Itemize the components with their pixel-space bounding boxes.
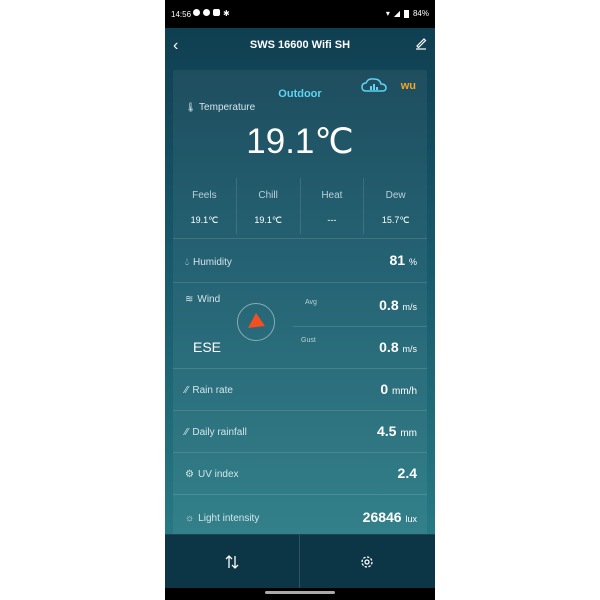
rain-icon: ⁄⁄ (185, 427, 189, 438)
home-pill[interactable] (265, 591, 335, 594)
rain-rate-label: ⁄⁄ Rain rate (185, 385, 233, 396)
outdoor-card: Outdoor wu 🌡︎ Temperature 19.1℃ Feels 19… (173, 70, 427, 560)
humidity-value: 81 % (389, 252, 417, 268)
daily-rainfall-row: ⁄⁄ Daily rainfall 4.5 mm (173, 410, 427, 453)
dew-column: Dew 15.7℃ (381, 190, 410, 225)
status-time: 14:56 (171, 10, 192, 19)
sun-icon: ☼ (185, 513, 195, 524)
wind-label: ≋ Wind (185, 294, 221, 305)
system-status: ▾ ◢ 84% (386, 9, 429, 18)
light-intensity-value: 26846 lux (362, 509, 417, 525)
wifi-icon: ▾ (385, 9, 390, 18)
notification-icons: ✱ (193, 9, 230, 18)
wind-direction: ESE (193, 339, 222, 355)
humidity-row: 💧︎ Humidity 81 % (173, 238, 427, 283)
feels-column: Feels 19.1℃ (173, 178, 237, 234)
app-screen: ‹ SWS 16600 Wifi SH Outdoor wu 🌡︎ Temper… (165, 28, 435, 589)
home-indicator[interactable] (165, 588, 435, 600)
device-title: SWS 16600 Wifi SH (249, 39, 351, 51)
daily-rainfall-value: 4.5 mm (376, 423, 417, 439)
status-bar: 14:56 ✱ ▾ ◢ 84% (165, 0, 435, 28)
daily-rainfall-label: ⁄⁄ Daily rainfall (185, 427, 247, 438)
temperature-subvalues: Feels 19.1℃ Chill 19.1℃ Heat --- Dew 15.… (173, 178, 427, 234)
wind-icon: ≋ (185, 294, 194, 305)
battery-percent: 84% (412, 9, 429, 18)
uv-index-label: ⚙︎ UV index (185, 469, 239, 480)
gust-label: Gust (301, 337, 316, 344)
light-intensity-row: ☼ Light intensity 26846 lux (173, 494, 427, 539)
settings-button[interactable] (300, 535, 434, 589)
rain-rate-value: 0 mm/h (380, 381, 417, 397)
avg-label: Avg (305, 299, 317, 306)
youtube-icon (213, 9, 220, 16)
app-header: ‹ SWS 16600 Wifi SH (165, 28, 435, 64)
panel-title: Outdoor (278, 88, 322, 100)
chill-column: Chill 19.1℃ (237, 178, 301, 234)
wind-arrow-icon (248, 313, 265, 328)
facebook-icon (193, 9, 200, 16)
thermometer-icon: 🌡︎ (185, 102, 197, 112)
wind-gust-value: 0.8 m/s (379, 339, 417, 355)
wind-avg-value: 0.8 m/s (379, 297, 417, 313)
edit-icon[interactable] (415, 36, 427, 50)
phone-screen: 14:56 ✱ ▾ ◢ 84% ‹ SWS 16600 Wifi SH Outd… (165, 0, 435, 600)
wind-divider (293, 326, 427, 327)
humidity-label: 💧︎ Humidity (185, 257, 232, 268)
wind-direction-compass (237, 303, 275, 341)
signal-icon: ◢ (393, 9, 400, 18)
light-intensity-label: ☼ Light intensity (185, 513, 260, 524)
uv-index-row: ⚙︎ UV index 2.4 (173, 452, 427, 495)
temperature-label: 🌡︎ Temperature (185, 102, 256, 113)
cloud-chart-icon[interactable] (361, 77, 387, 93)
rain-icon: ⁄⁄ (185, 385, 189, 396)
wind-row: ≋ Wind ESE Avg 0.8 m/s Gust 0.8 m/s (173, 282, 427, 369)
wunderground-logo[interactable]: wu (401, 80, 416, 92)
heat-column: Heat --- (301, 178, 365, 234)
rain-rate-row: ⁄⁄ Rain rate 0 mm/h (173, 368, 427, 411)
battery-icon (403, 9, 409, 18)
temperature-value: 19.1℃ (246, 122, 354, 161)
bottom-toolbar (165, 534, 435, 589)
bluetooth-icon: ✱ (223, 9, 230, 18)
uv-index-value: 2.4 (397, 465, 417, 481)
gear-icon (361, 556, 373, 568)
uv-icon: ⚙︎ (185, 469, 194, 480)
facebook-icon (203, 9, 210, 16)
sort-button[interactable] (165, 535, 299, 589)
droplet-icon: 💧︎ (185, 257, 189, 268)
sort-icon (225, 555, 239, 569)
